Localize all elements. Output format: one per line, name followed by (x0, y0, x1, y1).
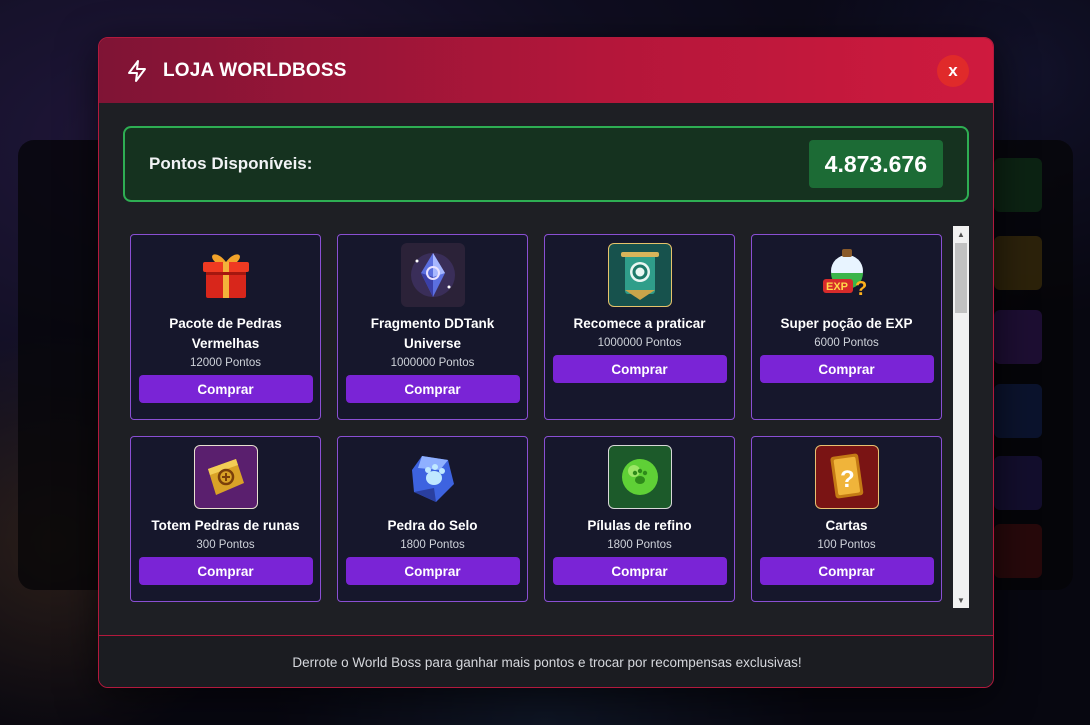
buy-button[interactable]: Comprar (552, 557, 727, 585)
item-card: Recomece a praticar 1000000 Pontos Compr… (544, 234, 735, 420)
items-grid: Pacote de Pedras Vermelhas 12000 Pontos … (130, 234, 944, 602)
item-card: Pacote de Pedras Vermelhas 12000 Pontos … (130, 234, 321, 420)
item-price: 1000000 Pontos (390, 357, 475, 369)
crystal-fragment-icon (400, 243, 465, 307)
item-card: Pedra do Selo 1800 Pontos Comprar (337, 436, 528, 602)
scroll-up-arrow-icon[interactable]: ▲ (953, 226, 969, 242)
item-price: 300 Pontos (196, 539, 255, 551)
rune-totem-icon (193, 445, 258, 509)
gift-box-icon (194, 243, 258, 307)
close-button[interactable]: x (937, 55, 969, 87)
item-price: 1800 Pontos (607, 539, 672, 551)
item-price: 1000000 Pontos (597, 337, 682, 349)
points-label: Pontos Disponíveis: (149, 154, 313, 173)
modal-title: LOJA WORLDBOSS (163, 59, 347, 81)
item-name: Pílulas de refino (587, 518, 692, 533)
buy-button[interactable]: Comprar (759, 355, 934, 383)
item-name: Totem Pedras de runas (151, 518, 300, 533)
item-card: EXP ? Super poção de EXP 6000 Pontos Com… (751, 234, 942, 420)
item-price: 6000 Pontos (814, 337, 879, 349)
modal-footer: Derrote o World Boss para ganhar mais po… (99, 635, 993, 687)
svg-text:EXP: EXP (826, 281, 848, 293)
buy-button[interactable]: Comprar (345, 375, 520, 403)
refine-pill-icon (607, 445, 672, 509)
svg-text:?: ? (855, 278, 867, 300)
item-name: Recomece a praticar (573, 316, 706, 331)
item-name: Pacote de Pedras Vermelhas (169, 316, 282, 351)
buy-button[interactable]: Comprar (552, 355, 727, 383)
points-panel: Pontos Disponíveis: 4.873.676 (123, 126, 969, 202)
items-scroll-area[interactable]: Pacote de Pedras Vermelhas 12000 Pontos … (130, 234, 944, 606)
buy-button[interactable]: Comprar (138, 557, 313, 585)
mystery-card-icon: ? (814, 445, 879, 509)
seal-stone-icon (401, 445, 465, 509)
footer-text: Derrote o World Boss para ganhar mais po… (292, 655, 802, 670)
worldboss-shop-modal: LOJA WORLDBOSS x Pontos Disponíveis: 4.8… (98, 37, 994, 688)
scroll-emblem-icon (607, 243, 672, 307)
buy-button[interactable]: Comprar (759, 557, 934, 585)
item-card: Pílulas de refino 1800 Pontos Comprar (544, 436, 735, 602)
points-value: 4.873.676 (808, 140, 943, 188)
item-card: ? Cartas 100 Pontos Comprar (751, 436, 942, 602)
scroll-down-arrow-icon[interactable]: ▼ (953, 592, 969, 608)
svg-text:?: ? (840, 466, 855, 493)
modal-header: LOJA WORLDBOSS x (99, 38, 993, 103)
item-name: Cartas (825, 518, 868, 533)
item-name: Pedra do Selo (387, 518, 478, 533)
exp-potion-icon: EXP ? (815, 243, 879, 307)
item-name: Super poção de EXP (780, 316, 913, 331)
item-price: 12000 Pontos (190, 357, 261, 369)
scrollbar[interactable]: ▲ ▼ (953, 226, 969, 608)
item-price: 100 Pontos (817, 539, 876, 551)
item-price: 1800 Pontos (400, 539, 465, 551)
buy-button[interactable]: Comprar (138, 375, 313, 403)
item-name: Fragmento DDTank Universe (370, 316, 495, 351)
scroll-thumb[interactable] (955, 243, 967, 313)
lightning-icon (125, 59, 149, 83)
item-card: Fragmento DDTank Universe 1000000 Pontos… (337, 234, 528, 420)
item-card: Totem Pedras de runas 300 Pontos Comprar (130, 436, 321, 602)
buy-button[interactable]: Comprar (345, 557, 520, 585)
